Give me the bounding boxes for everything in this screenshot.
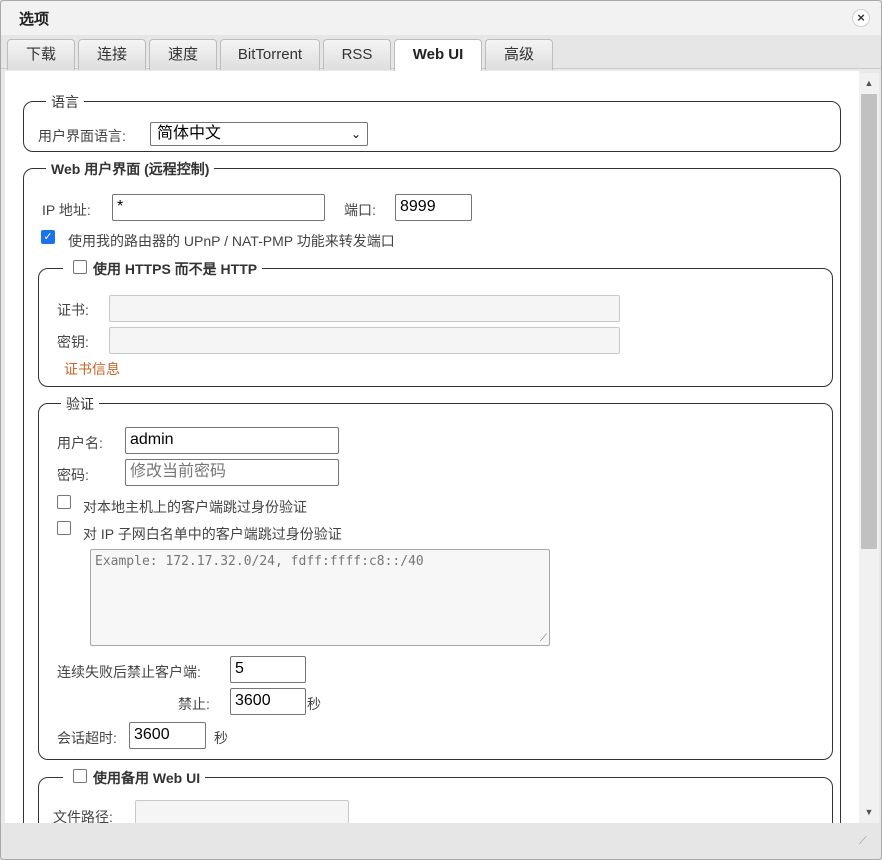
dialog-footer: ⟋ xyxy=(1,823,881,859)
webui-legend: Web 用户界面 (远程控制) xyxy=(46,159,215,179)
vertical-scrollbar[interactable]: ▲ ▼ xyxy=(859,73,879,823)
alt-webui-path-label: 文件路径: xyxy=(53,809,113,823)
https-legend: 使用 HTTPS 而不是 HTTP xyxy=(63,259,263,279)
titlebar: 选项 × xyxy=(1,1,881,35)
upnp-label: 使用我的路由器的 UPnP / NAT-PMP 功能来转发端口 xyxy=(68,233,395,249)
key-label: 密钥: xyxy=(57,334,89,350)
alt-webui-checkbox[interactable] xyxy=(73,769,87,783)
tab-advanced[interactable]: 高级 xyxy=(485,39,553,70)
ban-after-input[interactable]: 5 xyxy=(230,656,306,683)
dialog-title: 选项 xyxy=(19,11,50,28)
port-input[interactable]: 8999 xyxy=(395,194,472,221)
resize-grip-icon[interactable]: ⟋ xyxy=(540,633,547,644)
webui-group: Web 用户界面 (远程控制) IP 地址: * 端口: 8999 ✓ 使用我的… xyxy=(23,159,841,823)
alt-webui-path-input xyxy=(135,800,349,823)
auth-group: 验证 用户名: admin 密码: 修改当前密码 对本地主机上的客户端跳过身份验… xyxy=(38,394,833,760)
ip-address-label: IP 地址: xyxy=(42,202,91,218)
ip-address-input[interactable]: * xyxy=(112,194,325,221)
bypass-whitelist-checkbox[interactable] xyxy=(57,521,71,535)
ban-duration-label: 禁止: xyxy=(178,696,210,712)
bypass-localhost-checkbox[interactable] xyxy=(57,495,71,509)
password-label: 密码: xyxy=(57,467,89,483)
settings-panel: 语言 用户界面语言: 简体中文 ⌄ Web 用户界面 (远程控制) IP 地址:… xyxy=(5,71,859,823)
session-timeout-label: 会话超时: xyxy=(57,730,117,746)
language-group: 语言 用户界面语言: 简体中文 ⌄ xyxy=(23,92,841,152)
ui-language-label: 用户界面语言: xyxy=(38,128,126,144)
bypass-localhost-label: 对本地主机上的客户端跳过身份验证 xyxy=(83,499,307,515)
language-legend: 语言 xyxy=(46,92,84,112)
tab-rss[interactable]: RSS xyxy=(323,39,391,70)
tab-bar: 下载 连接 速度 BitTorrent RSS Web UI 高级 xyxy=(1,35,881,71)
ban-after-label: 连续失败后禁止客户端: xyxy=(57,664,201,680)
ip-whitelist-textarea[interactable]: Example: 172.17.32.0/24, fdff:ffff:c8::/… xyxy=(90,549,550,646)
chevron-down-icon: ⌄ xyxy=(350,127,361,141)
scroll-up-icon[interactable]: ▲ xyxy=(863,77,875,89)
bypass-whitelist-label: 对 IP 子网白名单中的客户端跳过身份验证 xyxy=(83,526,342,542)
certificate-input xyxy=(109,295,620,322)
username-input[interactable]: admin xyxy=(125,427,339,454)
port-label: 端口: xyxy=(344,202,376,218)
scroll-down-icon[interactable]: ▼ xyxy=(863,806,875,818)
username-label: 用户名: xyxy=(57,435,103,451)
certificate-label: 证书: xyxy=(57,302,89,318)
ip-whitelist-placeholder: Example: 172.17.32.0/24, fdff:ffff:c8::/… xyxy=(95,554,424,569)
https-checkbox[interactable] xyxy=(73,260,87,274)
ban-duration-input[interactable]: 3600 xyxy=(230,688,306,715)
https-group: 使用 HTTPS 而不是 HTTP 证书: 密钥: 证书信息 xyxy=(38,259,833,387)
key-input xyxy=(109,327,620,354)
upnp-checkbox[interactable]: ✓ xyxy=(41,230,55,244)
options-dialog: 选项 × 下载 连接 速度 BitTorrent RSS Web UI 高级 语… xyxy=(0,0,882,860)
ui-language-value: 简体中文 xyxy=(157,125,222,142)
tab-downloads[interactable]: 下载 xyxy=(7,39,75,70)
password-input[interactable]: 修改当前密码 xyxy=(125,459,339,486)
close-icon[interactable]: × xyxy=(852,9,870,27)
password-placeholder: 修改当前密码 xyxy=(130,463,227,480)
tab-webui[interactable]: Web UI xyxy=(394,39,482,71)
auth-legend: 验证 xyxy=(61,394,99,414)
scroll-thumb[interactable] xyxy=(861,94,877,549)
tab-speed[interactable]: 速度 xyxy=(149,39,217,70)
certificate-info-link[interactable]: 证书信息 xyxy=(64,359,120,379)
session-timeout-unit: 秒 xyxy=(214,730,228,746)
tab-bittorrent[interactable]: BitTorrent xyxy=(220,39,320,70)
alt-webui-group: 使用备用 Web UI 文件路径: xyxy=(38,768,833,823)
ban-duration-unit: 秒 xyxy=(307,696,321,712)
tab-connection[interactable]: 连接 xyxy=(78,39,146,70)
window-resize-grip-icon[interactable]: ⟋ xyxy=(859,835,871,847)
session-timeout-input[interactable]: 3600 xyxy=(129,722,206,749)
ui-language-select[interactable]: 简体中文 ⌄ xyxy=(150,122,368,146)
